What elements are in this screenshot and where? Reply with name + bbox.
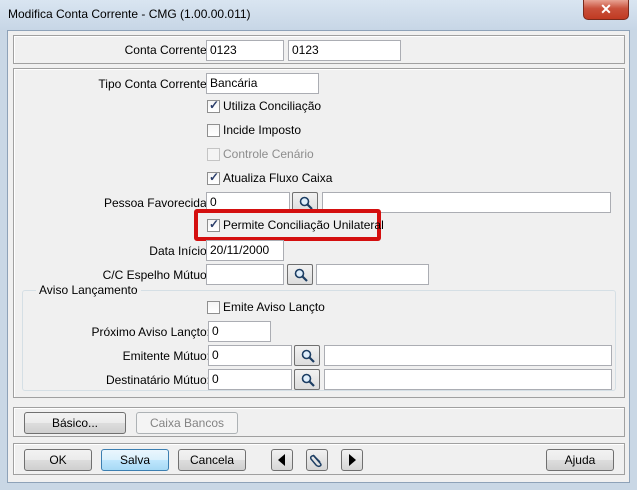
tipo-conta-label: Tipo Conta Corrente: xyxy=(98,77,210,91)
magnifier-icon xyxy=(299,196,313,210)
paperclip-icon xyxy=(309,454,322,468)
controle-cenario-label: Controle Cenário xyxy=(223,147,314,161)
emitente-mutuo-label: Emitente Mútuo: xyxy=(122,349,210,363)
basico-button[interactable]: Básico... xyxy=(24,412,126,434)
main-panel: Tipo Conta Corrente: Bancária Utiliza Co… xyxy=(13,68,625,398)
controle-cenario-checkbox xyxy=(207,148,220,161)
emitente-mutuo-lookup-button[interactable] xyxy=(294,345,320,366)
cc-espelho-mutuo-input[interactable] xyxy=(206,264,284,285)
data-inicio-input[interactable]: 20/11/2000 xyxy=(206,240,284,261)
arrow-left-icon xyxy=(278,454,285,466)
magnifier-icon xyxy=(301,373,315,387)
conta-corrente-label: Conta Corrente: xyxy=(124,43,210,57)
permite-conciliacao-unilateral-checkbox[interactable] xyxy=(207,217,220,232)
utiliza-conciliacao-checkbox[interactable] xyxy=(207,98,220,113)
actions-panel: OK Salva Cancela Ajuda xyxy=(13,443,625,475)
window-title: Modifica Conta Corrente - CMG (1.00.00.0… xyxy=(8,7,251,21)
conta-corrente-code-input[interactable]: 0123 xyxy=(206,40,284,61)
destinatario-mutuo-input[interactable]: 0 xyxy=(208,369,292,390)
ok-button[interactable]: OK xyxy=(24,449,92,471)
conta-panel: Conta Corrente: 0123 0123 xyxy=(13,35,625,64)
dialog-client-area: Conta Corrente: 0123 0123 Tipo Conta Cor… xyxy=(7,30,630,483)
tabs-panel: Básico... Caixa Bancos xyxy=(13,407,625,437)
cc-espelho-mutuo-description-input[interactable] xyxy=(316,264,429,285)
data-inicio-label: Data Início: xyxy=(149,244,210,258)
close-icon: ✕ xyxy=(600,1,612,17)
emitente-mutuo-input[interactable]: 0 xyxy=(208,345,292,366)
caixa-bancos-button: Caixa Bancos xyxy=(136,412,238,434)
attachment-button[interactable] xyxy=(306,449,328,471)
magnifier-icon xyxy=(294,268,308,282)
destinatario-mutuo-description-input[interactable] xyxy=(324,369,612,390)
arrow-right-icon xyxy=(349,454,356,466)
next-button[interactable] xyxy=(341,449,363,471)
emitente-mutuo-description-input[interactable] xyxy=(324,345,612,366)
magnifier-icon xyxy=(301,349,315,363)
previous-button[interactable] xyxy=(271,449,293,471)
incide-imposto-label: Incide Imposto xyxy=(223,123,302,137)
destinatario-mutuo-lookup-button[interactable] xyxy=(294,369,320,390)
incide-imposto-checkbox[interactable] xyxy=(207,124,220,137)
proximo-aviso-input[interactable]: 0 xyxy=(208,321,271,342)
atualiza-fluxo-caixa-checkbox[interactable] xyxy=(207,170,220,185)
salva-button[interactable]: Salva xyxy=(101,449,169,471)
close-button[interactable]: ✕ xyxy=(583,0,629,20)
proximo-aviso-label: Próximo Aviso Lançto: xyxy=(91,325,210,339)
emite-aviso-checkbox[interactable] xyxy=(207,301,220,314)
destinatario-mutuo-label: Destinatário Mútuo: xyxy=(105,373,210,387)
conta-corrente-name-input[interactable]: 0123 xyxy=(288,40,401,61)
utiliza-conciliacao-label: Utiliza Conciliação xyxy=(223,99,322,113)
tipo-conta-input[interactable]: Bancária xyxy=(206,73,319,94)
dialog-window: Modifica Conta Corrente - CMG (1.00.00.0… xyxy=(0,0,637,490)
ajuda-button[interactable]: Ajuda xyxy=(546,449,614,471)
permite-conciliacao-unilateral-label: Permite Conciliação Unilateral xyxy=(223,218,384,232)
title-bar[interactable]: Modifica Conta Corrente - CMG (1.00.00.0… xyxy=(0,0,637,30)
cancela-button[interactable]: Cancela xyxy=(178,449,246,471)
cc-espelho-mutuo-lookup-button[interactable] xyxy=(287,264,313,285)
pessoa-favorecida-label: Pessoa Favorecida: xyxy=(103,196,210,210)
cc-espelho-mutuo-label: C/C Espelho Mútuo: xyxy=(102,268,210,282)
emite-aviso-label: Emite Aviso Lançto xyxy=(223,300,325,314)
atualiza-fluxo-caixa-label: Atualiza Fluxo Caixa xyxy=(223,171,333,185)
aviso-lancamento-title: Aviso Lançamento xyxy=(36,283,141,297)
